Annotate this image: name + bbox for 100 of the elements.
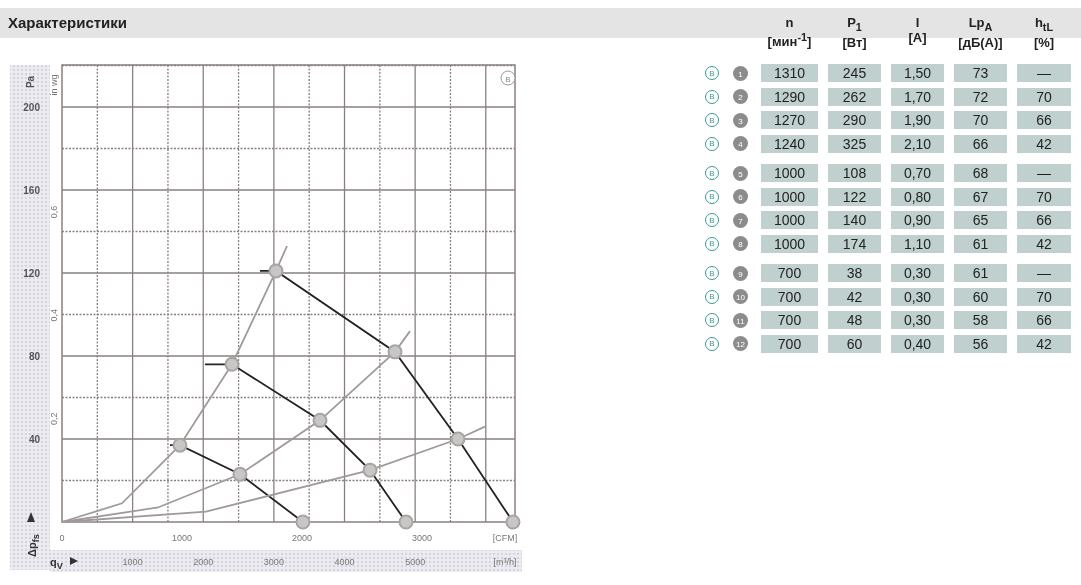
arrow-icon xyxy=(70,557,78,565)
table-cell: 0,40 xyxy=(891,334,944,353)
table-cell: 262 xyxy=(828,87,881,106)
table-cell: 61 xyxy=(954,264,1007,283)
x-tick-label: 3000 xyxy=(263,557,284,567)
table-cell: 70 xyxy=(1017,87,1071,106)
y-axis-unit: Pa xyxy=(25,75,36,89)
table-cell: 290 xyxy=(828,111,881,130)
row-number: 6 xyxy=(733,189,748,205)
operating-point-marker xyxy=(295,514,311,530)
table-cell: 1290 xyxy=(761,87,818,106)
x-tick-label: 2000 xyxy=(193,557,214,567)
table-cell: — xyxy=(1017,164,1071,183)
row-number: 1 xyxy=(733,65,748,81)
table-cell: — xyxy=(1017,264,1071,283)
x-tick-label: 3000 xyxy=(412,533,432,543)
table-cell: 67 xyxy=(954,187,1007,206)
table-cell: 0,30 xyxy=(891,287,944,306)
table-cell: 1,50 xyxy=(891,64,944,83)
row-number: 5 xyxy=(733,165,748,181)
row-number: 9 xyxy=(733,265,748,281)
table-cell: 0,80 xyxy=(891,187,944,206)
table-cell: — xyxy=(1017,64,1071,83)
x-axis-unit: [m³/h] xyxy=(493,557,517,567)
table-cell: 1000 xyxy=(761,234,818,253)
y-tick-label: 0,2 xyxy=(49,412,59,425)
operating-point-marker xyxy=(224,356,240,372)
operating-point-marker xyxy=(232,466,248,482)
table-cell: 1000 xyxy=(761,187,818,206)
table-cell: 0,90 xyxy=(891,211,944,230)
table-cell: 700 xyxy=(761,334,818,353)
table-cell: 1270 xyxy=(761,111,818,130)
table-cell: 140 xyxy=(828,211,881,230)
x-tick-label: 1000 xyxy=(122,557,143,567)
table-cell: 66 xyxy=(1017,111,1071,130)
operating-point-marker xyxy=(312,412,328,428)
table-cell: 1240 xyxy=(761,134,818,153)
mode-badge: B xyxy=(500,70,516,86)
table-cell: 42 xyxy=(1017,234,1071,253)
y-tick-label: 0,6 xyxy=(49,205,59,219)
table-cell: 122 xyxy=(828,187,881,206)
operating-point-marker xyxy=(362,462,378,478)
table-cell: 700 xyxy=(761,311,818,330)
table-cell: 245 xyxy=(828,64,881,83)
x-axis-unit: [CFM] xyxy=(492,533,518,543)
table-cell: 2,10 xyxy=(891,134,944,153)
table-cell: 1,10 xyxy=(891,234,944,253)
table-cell: 174 xyxy=(828,234,881,253)
x-tick-label: 4000 xyxy=(334,557,355,567)
table-cell: 1,70 xyxy=(891,87,944,106)
table-cell: 700 xyxy=(761,287,818,306)
x-tick-label: 5000 xyxy=(405,557,426,567)
y-tick-label: 40 xyxy=(28,434,40,445)
column-header: P$_{1}$ [Вт] xyxy=(841,15,868,50)
column-header: n [мин$^{-1}$] xyxy=(766,15,813,50)
table-cell: 325 xyxy=(828,134,881,153)
table-cell: 66 xyxy=(1017,311,1071,330)
row-number: 8 xyxy=(733,236,748,252)
row-number: 2 xyxy=(733,89,748,105)
table-cell: 1,90 xyxy=(891,111,944,130)
section-title: Характеристики xyxy=(8,13,128,33)
table-cell: 42 xyxy=(1017,134,1071,153)
table-cell: 0,30 xyxy=(891,264,944,283)
table-cell: 68 xyxy=(954,164,1007,183)
x-tick-label: 1000 xyxy=(172,533,192,543)
table-cell: 66 xyxy=(1017,211,1071,230)
operating-point-marker xyxy=(172,437,188,453)
table-cell: 65 xyxy=(954,211,1007,230)
operating-point-marker xyxy=(387,344,403,360)
table-cell: 58 xyxy=(954,311,1007,330)
table-cell: 42 xyxy=(828,287,881,306)
y-tick-label: 0,4 xyxy=(49,309,59,322)
x-tick-label: 2000 xyxy=(292,533,312,543)
operating-point-marker xyxy=(505,514,521,530)
table-cell: 61 xyxy=(954,234,1007,253)
operating-point-marker xyxy=(450,431,466,447)
row-number: 7 xyxy=(733,212,748,228)
x-axis-symbol: q$_{V}$ xyxy=(50,555,63,570)
column-header: I [A] xyxy=(907,15,928,47)
column-header: Lp$_{A}$ [дБ(A)] xyxy=(957,15,1004,50)
table-cell: 108 xyxy=(828,164,881,183)
table-cell: 0,70 xyxy=(891,164,944,183)
table-cell: 48 xyxy=(828,311,881,330)
x-tick-label: 0 xyxy=(59,533,65,543)
y-tick-label: 80 xyxy=(28,351,40,362)
arrow-icon xyxy=(27,512,35,522)
table-cell: 60 xyxy=(828,334,881,353)
table-cell: 72 xyxy=(954,87,1007,106)
table-cell: 700 xyxy=(761,264,818,283)
y-tick-label: 160 xyxy=(23,185,40,196)
table-cell: 1310 xyxy=(761,64,818,83)
row-number: 4 xyxy=(733,136,748,152)
table-cell: 70 xyxy=(1017,187,1071,206)
row-number: 11 xyxy=(733,312,748,328)
table-cell: 73 xyxy=(954,64,1007,83)
y-tick-label: 200 xyxy=(23,102,40,113)
table-cell: 66 xyxy=(954,134,1007,153)
operating-point-marker xyxy=(398,514,414,530)
y-axis-unit: in wg xyxy=(49,74,59,96)
y-tick-label: 120 xyxy=(23,268,40,279)
